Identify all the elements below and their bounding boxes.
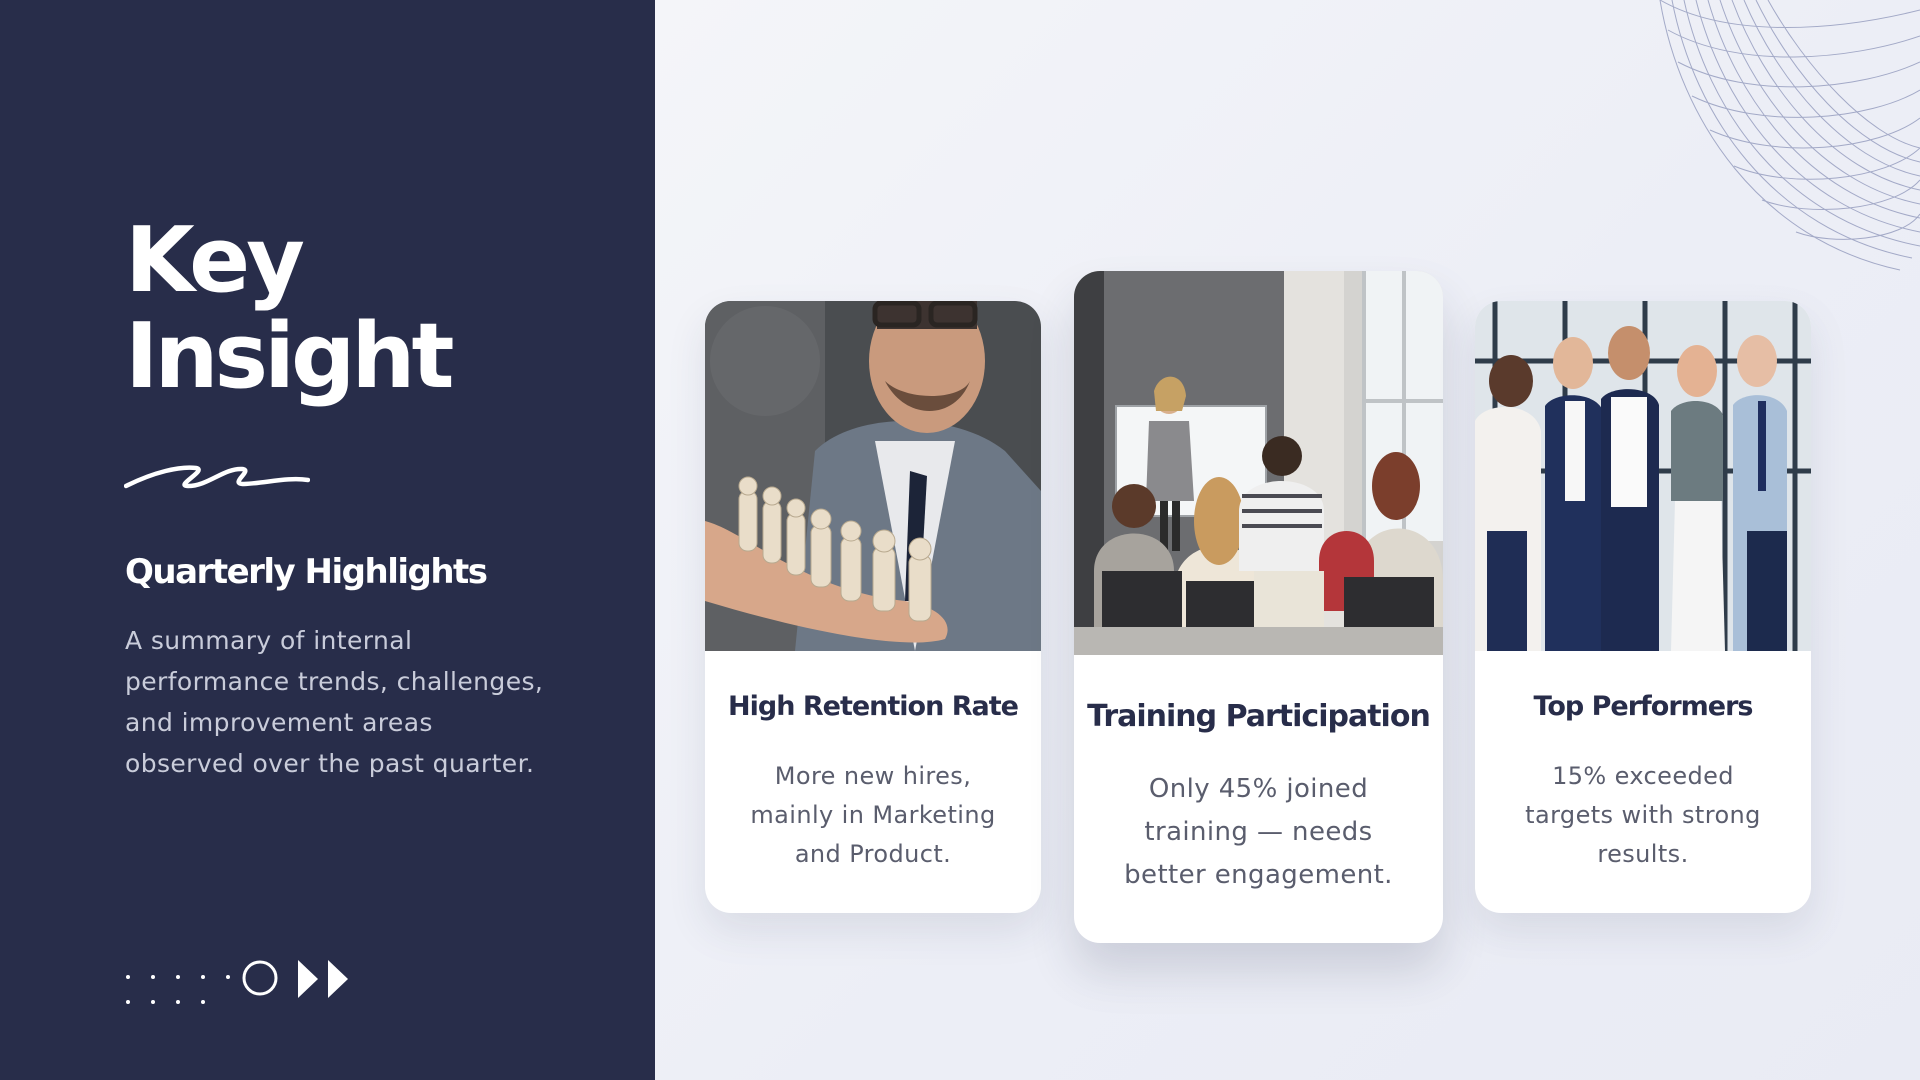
card-title: Top Performers: [1533, 691, 1754, 722]
card-title: Training Participation: [1087, 699, 1431, 734]
card-training-participation[interactable]: Training Participation Only 45% joined t…: [1074, 271, 1443, 943]
left-panel: Key Insight Quarterly Highlights A summa…: [0, 0, 655, 1080]
businessman-holding-figurines-photo: [705, 301, 1041, 651]
training-session-photo: [1074, 271, 1443, 655]
page-title-line-1: Key: [125, 208, 305, 313]
card-high-retention[interactable]: High Retention Rate More new hires, main…: [705, 301, 1041, 913]
card-top-performers[interactable]: Top Performers 15% exceeded targets with…: [1475, 301, 1811, 913]
card-title: High Retention Rate: [728, 691, 1019, 722]
wireframe-decoration: [1659, 0, 1920, 271]
squiggle-icon: [124, 465, 310, 489]
section-subtitle: Quarterly Highlights: [125, 552, 488, 592]
page-title-line-2: Insight: [125, 304, 454, 409]
team-group-photo: [1475, 301, 1811, 651]
section-description: A summary of internal performance trends…: [125, 626, 544, 778]
dots-circle-arrows-icon: [126, 960, 348, 1004]
card-text: More new hires, mainly in Marketing and …: [750, 762, 996, 868]
card-text: 15% exceeded targets with strong results…: [1525, 762, 1761, 868]
card-text: Only 45% joined training — needs better …: [1124, 774, 1393, 890]
